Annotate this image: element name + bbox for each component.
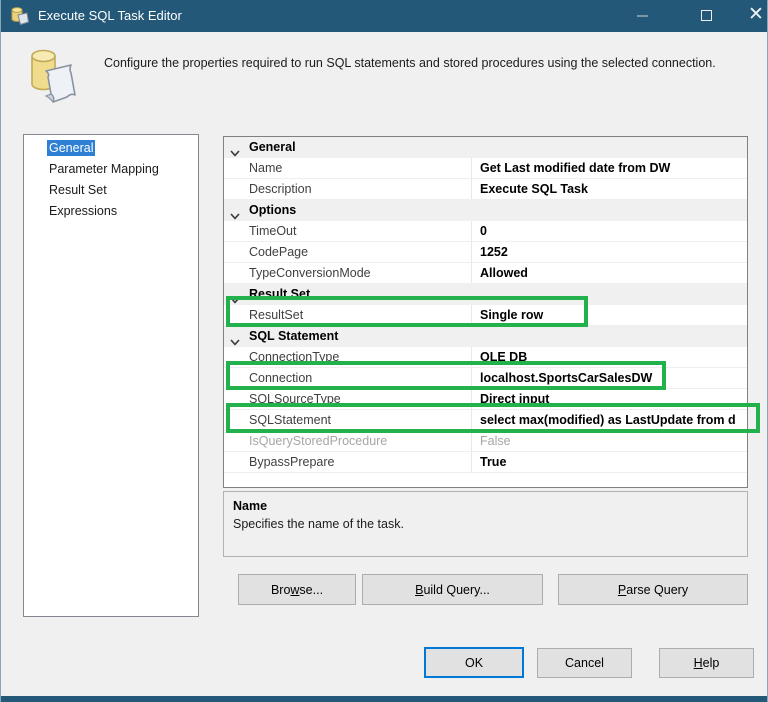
browse-button[interactable]: Browse... xyxy=(238,574,356,605)
property-value: True xyxy=(471,452,747,472)
property-label: ResultSet xyxy=(249,308,304,322)
cancel-button[interactable]: Cancel xyxy=(537,648,632,678)
category-row-general[interactable]: General xyxy=(224,137,747,158)
property-row-description[interactable]: Description Execute SQL Task xyxy=(224,179,747,200)
help-button[interactable]: Help xyxy=(659,648,754,678)
property-value: Execute SQL Task xyxy=(471,179,747,199)
nav-item-expressions[interactable]: Expressions xyxy=(24,201,198,222)
property-label: Connection xyxy=(249,371,313,385)
category-label: General xyxy=(249,140,296,154)
sql-task-header-icon xyxy=(29,47,77,110)
maximize-button[interactable] xyxy=(691,0,721,32)
category-row-sql-statement[interactable]: SQL Statement xyxy=(224,326,747,347)
close-icon: ✕ xyxy=(748,4,764,25)
window-title: Execute SQL Task Editor xyxy=(38,8,182,23)
property-description-text: Specifies the name of the task. xyxy=(233,517,404,531)
property-row-sqlstatement[interactable]: SQLStatement select max(modified) as Last… xyxy=(224,410,747,431)
property-row-name[interactable]: Name Get Last modified date from DW xyxy=(224,158,747,179)
category-label: Options xyxy=(249,203,297,217)
property-value: Single row xyxy=(471,305,747,325)
property-value: select max(modified) as LastUpdate from … xyxy=(471,410,747,430)
category-row-result-set[interactable]: Result Set xyxy=(224,284,747,305)
property-value: localhost.SportsCarSalesDW xyxy=(471,368,747,388)
property-value: False xyxy=(471,431,747,451)
nav-item-general[interactable]: General xyxy=(24,138,198,159)
nav-item-label: Result Set xyxy=(49,183,107,197)
minimize-button[interactable] xyxy=(627,0,657,32)
property-value: Direct input xyxy=(471,389,747,409)
property-description-panel: Name Specifies the name of the task. xyxy=(223,491,748,557)
dialog-description: Configure the properties required to run… xyxy=(104,56,716,70)
nav-item-label: Expressions xyxy=(49,204,118,218)
category-label: SQL Statement xyxy=(249,329,339,343)
property-label: BypassPrepare xyxy=(249,455,335,469)
titlebar: Execute SQL Task Editor ✕ xyxy=(1,0,767,32)
property-value: Allowed xyxy=(471,263,747,283)
property-label: CodePage xyxy=(249,245,309,259)
window-bottom-edge xyxy=(1,696,767,702)
property-value: 0 xyxy=(471,221,747,241)
execute-sql-task-editor-dialog: Execute SQL Task Editor ✕ Configure the … xyxy=(0,0,768,702)
property-row-resultset[interactable]: ResultSet Single row xyxy=(224,305,747,326)
property-label: IsQueryStoredProcedure xyxy=(249,434,388,448)
category-label: Result Set xyxy=(249,287,311,301)
maximize-icon xyxy=(700,10,712,21)
property-row-isquerystoredprocedure[interactable]: IsQueryStoredProcedure False xyxy=(224,431,747,452)
property-label: TypeConversionMode xyxy=(249,266,371,280)
parse-query-button[interactable]: Parse Query xyxy=(558,574,748,605)
nav-item-parameter-mapping[interactable]: Parameter Mapping xyxy=(24,159,198,180)
ok-button[interactable]: OK xyxy=(424,647,524,678)
sql-task-app-icon xyxy=(10,6,30,26)
property-label: SQLStatement xyxy=(249,413,331,427)
property-row-connectiontype[interactable]: ConnectionType OLE DB xyxy=(224,347,747,368)
nav-item-label: Parameter Mapping xyxy=(49,162,159,176)
property-row-typeconversionmode[interactable]: TypeConversionMode Allowed xyxy=(224,263,747,284)
property-description-title: Name xyxy=(233,499,268,513)
property-row-bypassprepare[interactable]: BypassPrepare True xyxy=(224,452,747,473)
build-query-button[interactable]: Build Query... xyxy=(362,574,543,605)
nav-item-result-set[interactable]: Result Set xyxy=(24,180,198,201)
property-row-codepage[interactable]: CodePage 1252 xyxy=(224,242,747,263)
property-row-sqlsourcetype[interactable]: SQLSourceType Direct input xyxy=(224,389,747,410)
minimize-icon xyxy=(636,15,648,17)
property-row-connection[interactable]: Connection localhost.SportsCarSalesDW xyxy=(224,368,747,389)
property-label: Name xyxy=(249,161,283,175)
property-value: Get Last modified date from DW xyxy=(471,158,747,178)
property-label: SQLSourceType xyxy=(249,392,341,406)
category-row-options[interactable]: Options xyxy=(224,200,747,221)
property-label: TimeOut xyxy=(249,224,297,238)
property-value: OLE DB xyxy=(471,347,747,367)
property-grid: General Name Get Last modified date from D… xyxy=(223,136,748,488)
property-value: 1252 xyxy=(471,242,747,262)
property-label: ConnectionType xyxy=(249,350,340,364)
pages-list: General Parameter Mapping Result Set Expres… xyxy=(23,134,199,617)
nav-item-label: General xyxy=(47,140,96,156)
close-button[interactable]: ✕ xyxy=(741,0,767,32)
property-row-timeout[interactable]: TimeOut 0 xyxy=(224,221,747,242)
property-label: Description xyxy=(249,182,312,196)
